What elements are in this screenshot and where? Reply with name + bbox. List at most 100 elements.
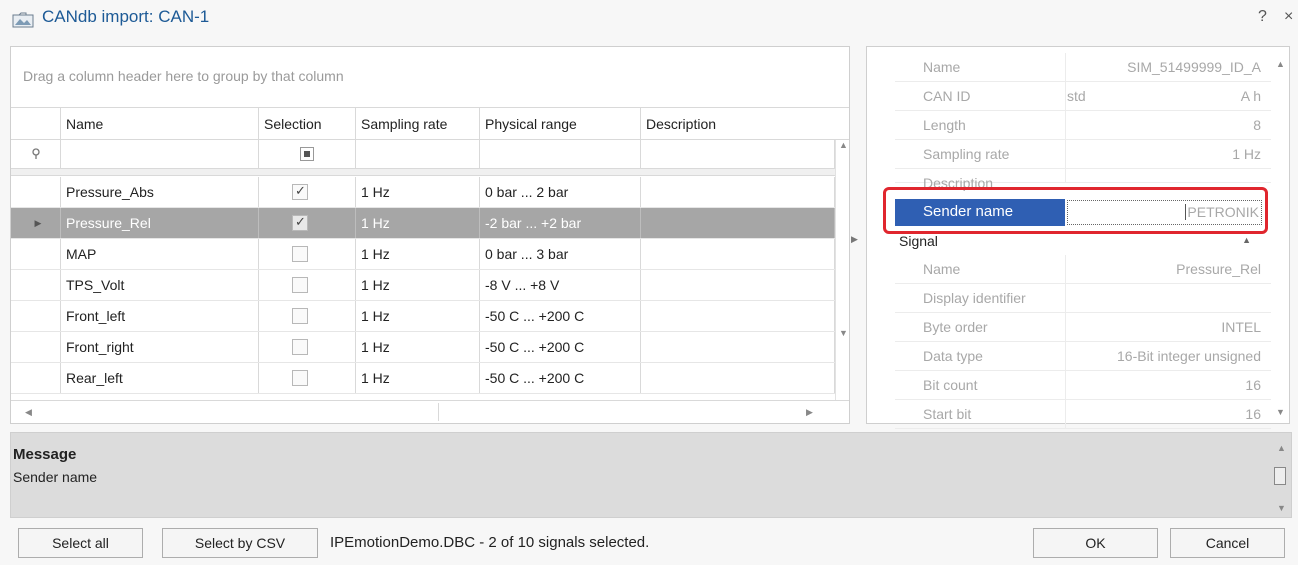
filter-selection-checkbox[interactable] [259,140,356,168]
grid-vertical-scrollbar[interactable]: ▲ ▼ [835,140,849,400]
column-header-selection[interactable]: Selection [259,108,356,139]
folder-image-icon [12,12,34,31]
select-by-csv-button[interactable]: Select by CSV [162,528,318,558]
desc-scroll-down-icon[interactable]: ▼ [1277,503,1286,513]
filter-name-input[interactable] [61,140,259,168]
property-name: Data type [923,348,983,364]
cell-name: Rear_left [61,363,259,393]
cell-sampling-rate: 1 Hz [356,270,480,300]
property-row[interactable]: Start bit 16 [895,400,1271,429]
table-row[interactable]: Pressure_Abs 1 Hz0 bar ... 2 bar [11,177,835,208]
selection-checkbox[interactable] [292,370,308,386]
cell-sampling-rate: 1 Hz [356,363,480,393]
grid-horizontal-scrollbar[interactable]: ◀ ▶ [11,400,849,423]
cell-sampling-rate: 1 Hz [356,177,480,207]
property-value: 16-Bit integer unsigned [1117,348,1261,364]
scroll-down-icon[interactable]: ▼ [839,328,848,338]
property-divider [1065,313,1066,341]
scroll-left-icon[interactable]: ◀ [25,407,32,418]
grid-body: Pressure_Abs1 Hz0 bar ... 2 bar▶Pressure… [11,177,835,399]
selection-checkbox[interactable] [292,183,308,200]
property-value: SIM_51499999_ID_A [1127,59,1261,75]
description-scrollbar[interactable]: ▲ ▼ [1271,433,1289,517]
property-row[interactable]: Display identifier [895,284,1271,313]
cell-selection[interactable] [259,301,356,331]
splitter-arrow-icon[interactable]: ▶ [851,234,858,245]
scroll-right-icon[interactable]: ▶ [806,407,813,418]
cell-description [641,301,835,331]
property-row[interactable]: Data type 16-Bit integer unsigned [895,342,1271,371]
property-name: Name [923,59,961,75]
property-row[interactable]: Name SIM_51499999_ID_A [895,53,1271,82]
help-button[interactable]: ? [1258,8,1267,26]
horizontal-scroll-thumb[interactable] [47,403,439,421]
property-row[interactable]: Byte order INTEL [895,313,1271,342]
cell-selection[interactable] [259,270,356,300]
property-row[interactable]: Description [895,169,1271,191]
property-scrollbar[interactable]: ▲ ▼ [1271,47,1289,423]
cell-description [641,177,835,207]
cell-selection[interactable] [259,208,356,238]
ok-button[interactable]: OK [1033,528,1158,558]
property-name: CAN ID [923,88,971,104]
collapse-icon[interactable]: ▲ [1242,235,1251,245]
cancel-button[interactable]: Cancel [1170,528,1285,558]
table-row[interactable]: Front_right 1 Hz -50 C ... +200 C [11,332,835,363]
cell-selection[interactable] [259,363,356,393]
property-divider [1065,400,1066,428]
cell-physical-range: 0 bar ... 2 bar [480,177,641,207]
row-indicator [11,177,61,207]
close-button[interactable]: × [1284,8,1293,26]
scroll-up-icon[interactable]: ▲ [839,140,848,150]
cell-description [641,363,835,393]
property-row[interactable]: Length 8 [895,111,1271,140]
group-by-hint[interactable]: Drag a column header here to group by th… [23,68,344,84]
desc-scroll-up-icon[interactable]: ▲ [1277,443,1286,453]
property-value: A h [1240,88,1261,104]
sender-name-input[interactable]: PETRONIK [1067,200,1262,225]
property-row[interactable]: Name Pressure_Rel [895,255,1271,284]
column-header-sampling-rate[interactable]: Sampling rate [356,108,480,139]
selection-checkbox[interactable] [292,308,308,324]
property-divider [1065,82,1066,110]
property-name: Byte order [923,319,988,335]
property-row-sender-name[interactable]: Sender name PETRONIK [895,199,1262,226]
selection-checkbox[interactable] [292,246,308,262]
filter-range-input[interactable] [480,140,641,168]
property-row[interactable]: Bit count 16 [895,371,1271,400]
property-row[interactable]: Sampling rate 1 Hz [895,140,1271,169]
filter-description-input[interactable] [641,140,835,168]
selection-checkbox[interactable] [292,339,308,355]
prop-scroll-up-icon[interactable]: ▲ [1276,59,1285,69]
cell-physical-range: -50 C ... +200 C [480,301,641,331]
table-row[interactable]: MAP 1 Hz 0 bar ... 3 bar [11,239,835,270]
prop-scroll-down-icon[interactable]: ▼ [1276,407,1285,417]
description-panel: Message Sender name ▲ ▼ [10,432,1292,518]
property-name: Start bit [923,406,972,422]
cell-selection[interactable] [259,332,356,362]
column-header-description[interactable]: Description [641,108,849,139]
row-indicator [11,301,61,331]
table-row[interactable]: Rear_left 1 Hz -50 C ... +200 C [11,363,835,394]
desc-scroll-thumb[interactable] [1274,467,1286,485]
property-name: Sampling rate [923,146,1010,162]
cell-physical-range: -8 V ... +8 V [480,270,641,300]
selection-checkbox[interactable] [292,214,308,231]
filter-pin-icon[interactable] [11,140,61,168]
cell-physical-range: -2 bar ... +2 bar [480,208,641,238]
column-header-name[interactable]: Name [61,108,259,139]
cell-name: Front_left [61,301,259,331]
property-value: INTEL [1221,319,1261,335]
property-row[interactable]: CAN ID std A h [895,82,1271,111]
filter-sampling-input[interactable] [356,140,480,168]
table-row[interactable]: ▶ Pressure_Rel 1 Hz-2 bar ... +2 bar [11,208,835,239]
column-header-physical-range[interactable]: Physical range [480,108,641,139]
selection-checkbox[interactable] [292,277,308,293]
select-all-button[interactable]: Select all [18,528,143,558]
table-row[interactable]: Front_left 1 Hz -50 C ... +200 C [11,301,835,332]
header-indicator-cell [11,108,61,139]
cell-name: Front_right [61,332,259,362]
cell-selection[interactable] [259,177,356,207]
table-row[interactable]: TPS_Volt 1 Hz -8 V ... +8 V [11,270,835,301]
cell-selection[interactable] [259,239,356,269]
